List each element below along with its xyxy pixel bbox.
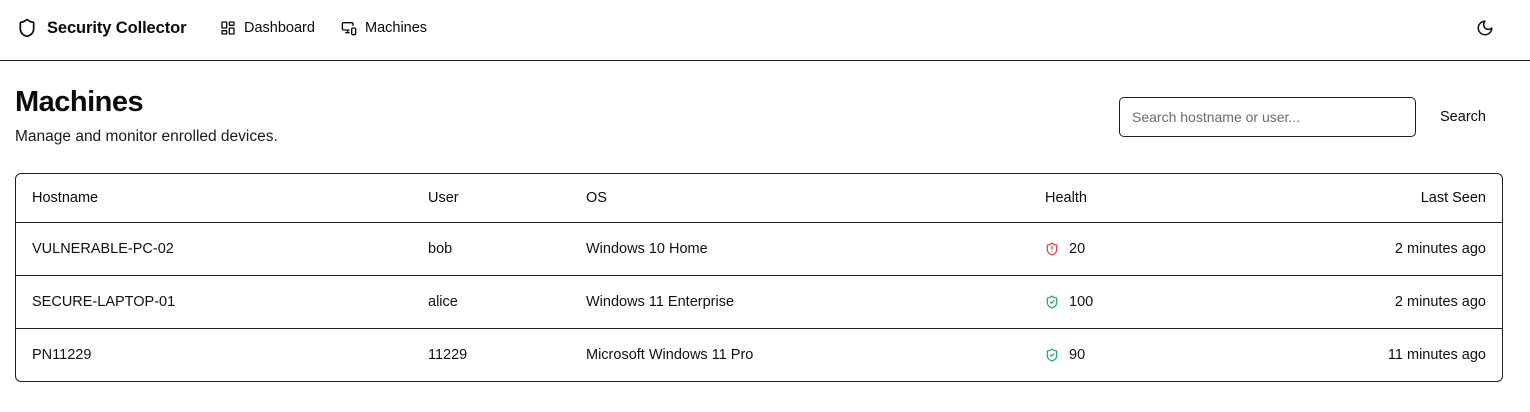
cell-health: 100 [1029, 274, 1289, 328]
shield-icon [19, 18, 35, 38]
search-input[interactable] [1119, 97, 1416, 137]
column-header-health[interactable]: Health [1029, 174, 1289, 222]
page-title: Machines [15, 86, 144, 118]
column-header-os[interactable]: OS [570, 174, 1029, 222]
cell-last-seen: 2 minutes ago [1289, 274, 1502, 328]
cell-health: 90 [1029, 327, 1289, 381]
nav-item-label: Dashboard [244, 20, 315, 36]
moon-icon [1477, 20, 1493, 36]
devices-icon [341, 22, 357, 36]
dashboard-grid-icon [221, 21, 235, 35]
table-header-row: Hostname User OS Health Last Seen [16, 174, 1502, 222]
health-score: 90 [1069, 346, 1086, 363]
table-row[interactable]: PN11229 11229 Microsoft Windows 11 Pro 9… [16, 327, 1502, 381]
cell-hostname: SECURE-LAPTOP-01 [16, 274, 412, 328]
cell-os: Microsoft Windows 11 Pro [570, 327, 1029, 381]
cell-user: 11229 [412, 327, 570, 381]
shield-check-icon [1046, 295, 1058, 308]
theme-toggle-button[interactable] [1474, 17, 1496, 39]
health-score: 100 [1069, 293, 1094, 310]
cell-last-seen: 2 minutes ago [1289, 221, 1502, 275]
brand-title: Security Collector [47, 18, 187, 37]
column-header-last-seen[interactable]: Last Seen [1289, 174, 1502, 222]
nav-item-label: Machines [365, 20, 428, 36]
machines-table: Hostname User OS Health Last Seen VULNER… [15, 173, 1503, 382]
cell-hostname: VULNERABLE-PC-02 [16, 221, 412, 275]
cell-os: Windows 10 Home [570, 221, 1029, 275]
table-row[interactable]: VULNERABLE-PC-02 bob Windows 10 Home 20 … [16, 221, 1502, 275]
brand[interactable]: Security Collector [17, 16, 187, 40]
top-navbar: Security Collector Dashboard Machines [0, 0, 1530, 61]
cell-health: 20 [1029, 221, 1289, 275]
cell-os: Windows 11 Enterprise [570, 274, 1029, 328]
column-header-user[interactable]: User [412, 174, 570, 222]
search-button[interactable]: Search [1428, 97, 1498, 137]
cell-hostname: PN11229 [16, 327, 412, 381]
nav-item-machines[interactable]: Machines [341, 18, 427, 38]
cell-user: bob [412, 221, 570, 275]
cell-last-seen: 11 minutes ago [1289, 327, 1502, 381]
page-subtitle: Manage and monitor enrolled devices. [15, 128, 278, 145]
shield-check-icon [1046, 348, 1058, 362]
shield-alert-icon [1046, 242, 1058, 255]
column-header-hostname[interactable]: Hostname [16, 174, 412, 222]
table-row[interactable]: SECURE-LAPTOP-01 alice Windows 11 Enterp… [16, 274, 1502, 328]
cell-user: alice [412, 274, 570, 328]
health-score: 20 [1069, 240, 1086, 257]
nav-item-dashboard[interactable]: Dashboard [220, 18, 315, 38]
